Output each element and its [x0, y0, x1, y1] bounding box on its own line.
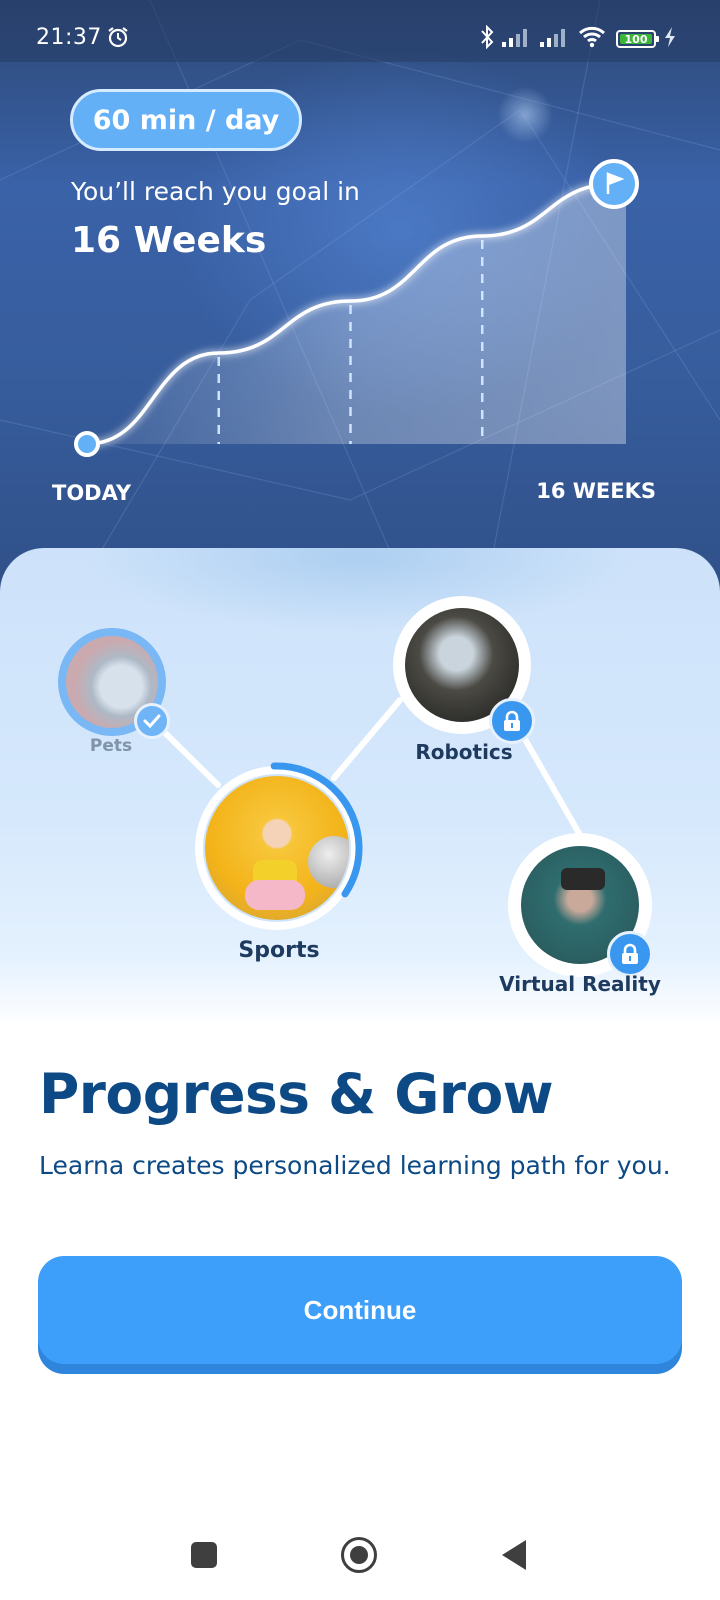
- page-subtitle: Learna creates personalized learning pat…: [39, 1151, 671, 1180]
- home-icon[interactable]: [341, 1537, 377, 1573]
- path-node-label: Pets: [89, 736, 133, 756]
- recents-icon[interactable]: [191, 1542, 217, 1568]
- lock-icon: [504, 710, 520, 731]
- check-icon: [143, 714, 161, 728]
- completed-badge: [134, 703, 170, 739]
- locked-badge: [489, 698, 535, 744]
- system-nav-bar: [0, 1480, 720, 1600]
- lock-icon: [622, 943, 638, 964]
- locked-badge: [607, 931, 653, 977]
- back-icon[interactable]: [502, 1540, 526, 1570]
- fitness-woman-photo: [205, 776, 349, 920]
- path-node-label: Sports: [238, 938, 320, 963]
- path-node-label: Virtual Reality: [499, 972, 661, 996]
- path-node-label: Robotics: [415, 740, 513, 764]
- page-title: Progress & Grow: [39, 1062, 554, 1126]
- continue-button[interactable]: Continue: [38, 1256, 682, 1364]
